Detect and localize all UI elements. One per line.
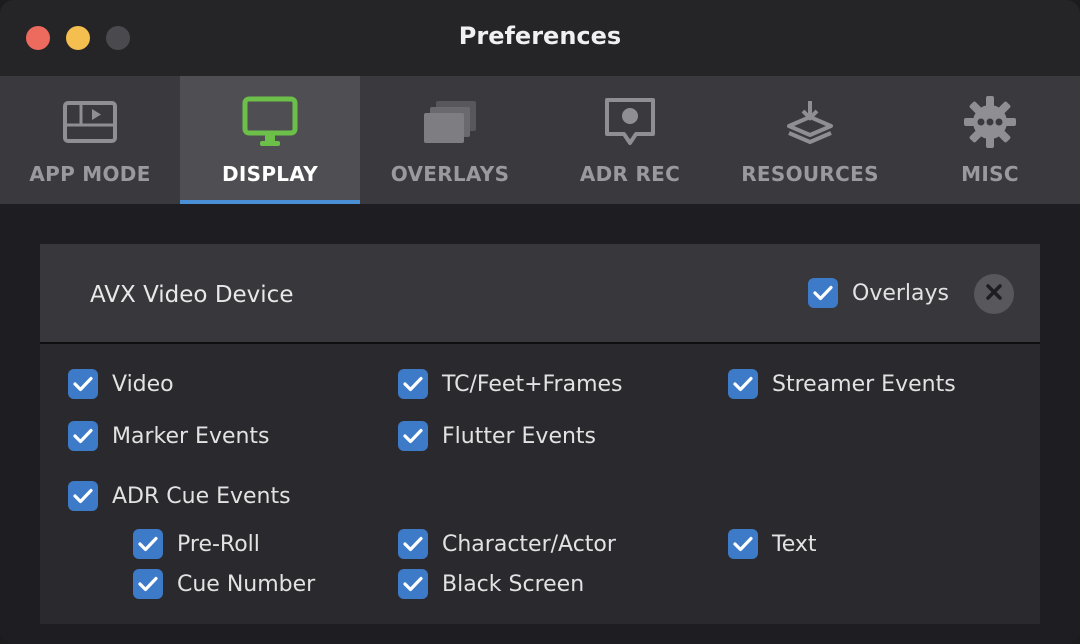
window-title: Preferences	[458, 22, 622, 50]
resources-download-icon	[780, 94, 840, 150]
checkbox-label: Streamer Events	[772, 371, 956, 397]
checkbox-label: Video	[112, 371, 174, 397]
remove-device-button[interactable]	[974, 274, 1014, 314]
app-mode-icon	[60, 94, 120, 150]
checkbox-label: Character/Actor	[442, 531, 616, 557]
checkmark-icon	[133, 569, 163, 599]
device-name: AVX Video Device	[90, 282, 294, 308]
tab-label: MISC	[961, 162, 1019, 186]
streamer-events-checkbox[interactable]: Streamer Events	[728, 369, 956, 399]
adr-rec-icon	[600, 94, 660, 150]
checkbox-label: Pre-Roll	[177, 531, 260, 557]
pre-roll-checkbox[interactable]: Pre-Roll	[133, 529, 260, 559]
checkbox-label: Flutter Events	[442, 423, 597, 449]
cue-number-checkbox[interactable]: Cue Number	[133, 569, 315, 599]
close-icon	[985, 283, 1003, 305]
checkbox-label: Cue Number	[177, 571, 316, 597]
checkbox-label: Marker Events	[112, 423, 270, 449]
preferences-window: Preferences APP MODE DISPLAY OVERLAYS AD…	[0, 0, 1080, 644]
checkmark-icon	[68, 369, 98, 399]
tab-label: RESOURCES	[741, 162, 879, 186]
checkbox-label: TC/Feet+Frames	[442, 371, 623, 397]
checkmark-icon	[808, 278, 838, 308]
marker-events-checkbox[interactable]: Marker Events	[68, 421, 270, 451]
checkmark-icon	[133, 529, 163, 559]
overlays-checkbox[interactable]: Overlays	[808, 278, 949, 308]
black-screen-checkbox[interactable]: Black Screen	[398, 569, 584, 599]
checkbox-label: Black Screen	[442, 571, 585, 597]
text-checkbox[interactable]: Text	[728, 529, 817, 559]
title-bar: Preferences	[0, 0, 1080, 76]
display-settings-content: AVX Video Device Overlays Video TC/Feet+…	[0, 204, 1080, 644]
tc-feet-frames-checkbox[interactable]: TC/Feet+Frames	[398, 369, 623, 399]
video-checkbox[interactable]: Video	[68, 369, 174, 399]
checkmark-icon	[728, 529, 758, 559]
adr-cue-events-checkbox[interactable]: ADR Cue Events	[68, 481, 291, 511]
checkbox-label: Text	[772, 531, 817, 557]
device-panel: AVX Video Device Overlays Video TC/Feet+…	[40, 244, 1040, 624]
flutter-events-checkbox[interactable]: Flutter Events	[398, 421, 596, 451]
tab-overlays[interactable]: OVERLAYS	[360, 76, 540, 204]
overlays-stack-icon	[420, 94, 480, 150]
overlays-label: Overlays	[852, 280, 949, 306]
tab-display[interactable]: DISPLAY	[180, 76, 360, 204]
tab-adr-rec[interactable]: ADR REC	[540, 76, 720, 204]
checkmark-icon	[398, 569, 428, 599]
checkmark-icon	[398, 421, 428, 451]
checkmark-icon	[728, 369, 758, 399]
checkmark-icon	[398, 529, 428, 559]
tab-label: APP MODE	[29, 162, 151, 186]
character-actor-checkbox[interactable]: Character/Actor	[398, 529, 616, 559]
checkmark-icon	[68, 481, 98, 511]
gear-icon	[960, 94, 1020, 150]
tab-app-mode[interactable]: APP MODE	[0, 76, 180, 204]
tab-label: ADR REC	[579, 162, 681, 186]
checkbox-label: ADR Cue Events	[112, 483, 291, 509]
preferences-toolbar: APP MODE DISPLAY OVERLAYS ADR REC RESOUR…	[0, 76, 1080, 204]
tab-misc[interactable]: MISC	[900, 76, 1080, 204]
display-monitor-icon	[240, 94, 300, 150]
tab-label: OVERLAYS	[390, 162, 510, 186]
tab-label: DISPLAY	[222, 162, 318, 186]
device-panel-header: AVX Video Device Overlays	[40, 244, 1040, 344]
checkmark-icon	[398, 369, 428, 399]
checkmark-icon	[68, 421, 98, 451]
tab-resources[interactable]: RESOURCES	[720, 76, 900, 204]
